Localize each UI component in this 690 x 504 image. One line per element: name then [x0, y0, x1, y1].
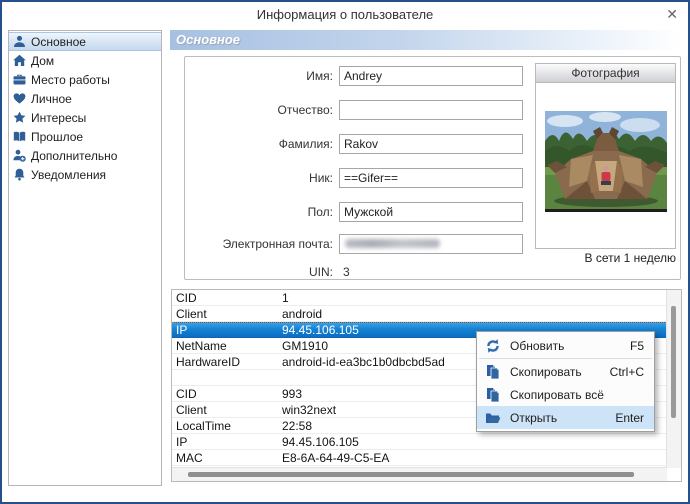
row-key: HardwareID	[176, 354, 241, 369]
row-value: 94.45.106.105	[282, 434, 359, 449]
uin-value: 3	[343, 265, 350, 279]
menu-item-open[interactable]: Открыть Enter	[477, 406, 654, 429]
name-label: Имя:	[306, 69, 333, 83]
gender-label: Пол:	[307, 205, 333, 219]
menu-item-refresh[interactable]: Обновить F5	[477, 334, 654, 357]
form-row-nick: Ник:	[185, 168, 523, 188]
menu-separator	[479, 358, 652, 359]
photo-panel-title: Фотография	[536, 64, 675, 83]
folder-open-icon	[486, 413, 501, 423]
vertical-scrollbar[interactable]	[666, 290, 681, 468]
horizontal-scrollbar[interactable]	[172, 467, 667, 481]
nick-field[interactable]	[339, 168, 523, 188]
form-row-email: Электронная почта:	[185, 234, 523, 254]
form-row-name: Имя:	[185, 66, 523, 86]
sidebar-item-lichnoe[interactable]: Личное	[9, 89, 161, 108]
home-icon	[13, 54, 26, 66]
sidebar-item-mesto-raboty[interactable]: Место работы	[9, 70, 161, 89]
surname-field[interactable]	[339, 134, 523, 154]
menu-item-label: Обновить	[510, 338, 565, 353]
row-value: 1	[282, 290, 289, 305]
table-row[interactable]: IP 94.45.106.105	[172, 434, 666, 450]
row-key: LocalTime	[176, 418, 231, 433]
sidebar-item-label: Дом	[31, 53, 55, 68]
form-row-uin: UIN: 3	[185, 262, 350, 282]
gender-field[interactable]	[339, 202, 523, 222]
person-icon	[14, 35, 25, 47]
horizontal-scrollbar-thumb[interactable]	[188, 472, 634, 477]
row-value: E8-6A-64-49-C5-EA	[282, 450, 390, 465]
table-row[interactable]: Client android	[172, 306, 666, 322]
table-row[interactable]: CID 1	[172, 290, 666, 306]
row-key: IP	[176, 434, 188, 449]
menu-item-copy[interactable]: Скопировать Ctrl+C	[477, 360, 654, 383]
sidebar-item-interesy[interactable]: Интересы	[9, 108, 161, 127]
row-key: MAC	[176, 450, 203, 465]
person-plus-icon	[13, 149, 26, 162]
heart-icon	[13, 93, 26, 104]
row-key: NetName	[176, 338, 227, 353]
sidebar-item-dom[interactable]: Дом	[9, 51, 161, 70]
nick-label: Ник:	[309, 171, 333, 185]
middle-name-label: Отчество:	[277, 103, 334, 117]
title-bar: Информация о пользователе ✕	[2, 2, 688, 28]
context-menu: Обновить F5 Скопировать Ctrl+C Скопирова…	[476, 331, 655, 432]
briefcase-icon	[13, 74, 26, 85]
sidebar-item-label: Основное	[31, 34, 86, 49]
menu-item-copy-all[interactable]: Скопировать всё	[477, 383, 654, 406]
sidebar-item-label: Место работы	[31, 72, 110, 87]
window-title: Информация о пользователе	[256, 7, 434, 22]
bell-icon	[14, 168, 25, 181]
form-row-gender: Пол:	[185, 202, 523, 222]
star-icon	[13, 111, 26, 123]
copy-icon	[487, 387, 500, 402]
row-key: CID	[176, 386, 197, 401]
sidebar-item-proshloe[interactable]: Прошлое	[9, 127, 161, 146]
email-redaction-blur	[345, 239, 440, 248]
row-value: android	[282, 306, 323, 321]
sidebar-item-label: Интересы	[31, 110, 87, 125]
row-key: CID	[176, 290, 197, 305]
user-info-dialog: Информация о пользователе ✕ Основное Дом…	[0, 0, 690, 504]
menu-item-label: Открыть	[510, 410, 558, 425]
name-field[interactable]	[339, 66, 523, 86]
menu-shortcut: Enter	[615, 410, 644, 425]
menu-shortcut: F5	[629, 338, 644, 353]
uin-label: UIN:	[309, 265, 333, 279]
book-icon	[13, 131, 26, 142]
row-key: Client	[176, 402, 207, 417]
form-row-middle-name: Отчество:	[185, 100, 523, 120]
menu-item-label: Скопировать	[510, 364, 582, 379]
sidebar-item-dopolnitelno[interactable]: Дополнительно	[9, 146, 161, 165]
refresh-icon	[487, 338, 499, 353]
sidebar-item-osnovnoe[interactable]: Основное	[9, 32, 161, 51]
sidebar-item-uvedomleniya[interactable]: Уведомления	[9, 165, 161, 184]
row-key: IP	[176, 323, 188, 337]
sidebar-item-label: Личное	[31, 91, 72, 106]
row-key: Client	[176, 306, 207, 321]
email-label: Электронная почта:	[222, 237, 333, 251]
form-row-surname: Фамилия:	[185, 134, 523, 154]
sidebar-item-label: Уведомления	[31, 167, 107, 182]
vertical-scrollbar-thumb[interactable]	[671, 306, 676, 418]
copy-icon	[487, 364, 500, 379]
menu-shortcut: Ctrl+C	[609, 364, 644, 379]
close-icon[interactable]: ✕	[666, 7, 678, 21]
table-row[interactable]: MAC E8-6A-64-49-C5-EA	[172, 450, 666, 466]
user-photo	[544, 111, 667, 212]
sidebar: Основное Дом Место работы Личное Интерес…	[8, 30, 162, 486]
online-status: В сети 1 неделю	[584, 251, 676, 265]
photo-panel: Фотография	[535, 63, 676, 249]
section-header: Основное	[170, 30, 683, 50]
sidebar-item-label: Прошлое	[31, 129, 84, 144]
surname-label: Фамилия:	[278, 137, 333, 151]
basic-info-groupbox: Имя: Отчество: Фамилия: Ник: Пол: Электр…	[184, 56, 681, 280]
sidebar-item-label: Дополнительно	[31, 148, 118, 163]
menu-item-label: Скопировать всё	[510, 387, 604, 402]
middle-name-field[interactable]	[339, 100, 523, 120]
